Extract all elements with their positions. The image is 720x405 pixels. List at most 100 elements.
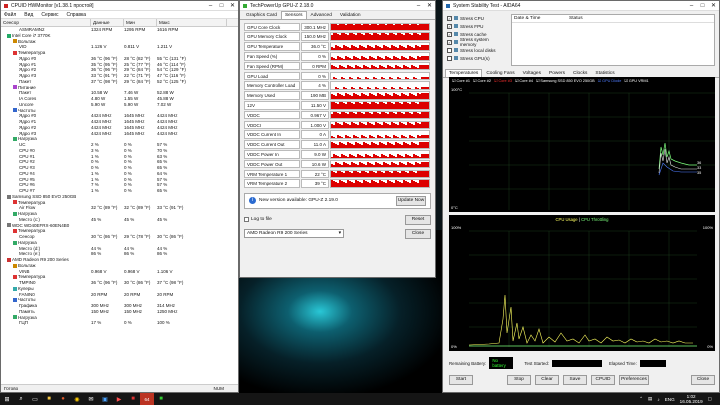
aida64-titlebar[interactable]: System Stability Test - AIDA64 – □ ✕ <box>443 1 719 11</box>
checkbox[interactable]: ✓ <box>447 39 452 45</box>
sensor-label[interactable]: Fan Speed (RPM) <box>244 61 300 71</box>
column-status[interactable]: Status <box>567 15 583 22</box>
gpuz-titlebar[interactable]: TechPowerUp GPU-Z 2.18.0 – ✕ <box>240 1 435 11</box>
task-view-icon[interactable]: ▭ <box>28 393 42 405</box>
search-icon[interactable]: ⌕ <box>14 393 28 405</box>
tab-statistics[interactable]: Statistics <box>591 69 618 77</box>
cpuid-button[interactable]: CPUID <box>591 375 615 385</box>
preferences-button[interactable]: Preferences <box>619 375 649 385</box>
sensor-value: 11.50 V <box>301 101 329 110</box>
close-aida-button[interactable]: Close <box>691 375 715 385</box>
sensor-row: VDDC Current Out 11.0 A <box>244 140 431 150</box>
update-now-button[interactable]: Update Now <box>396 195 426 206</box>
chip-icon <box>7 33 11 38</box>
close-button[interactable]: ✕ <box>708 1 719 11</box>
maximize-button[interactable]: □ <box>697 1 708 11</box>
sensor-label: Память <box>19 308 35 314</box>
network-icon[interactable]: ▤ <box>648 396 652 402</box>
notifications-icon[interactable]: ▢ <box>708 396 712 402</box>
checkbox[interactable]: ✓ <box>447 23 452 29</box>
language-indicator[interactable]: ENG <box>665 397 675 402</box>
close-button[interactable]: ✕ <box>227 1 238 11</box>
maximize-button[interactable]: □ <box>216 1 227 11</box>
tab-advanced[interactable]: Advanced <box>307 11 336 19</box>
menu-tools[interactable]: Сервис <box>41 12 58 18</box>
checkbox[interactable] <box>447 55 452 61</box>
hwmonitor-titlebar[interactable]: CPUID HWMonitor [v1.38.1 простой] – □ ✕ <box>1 1 238 11</box>
menu-view[interactable]: Вид <box>24 12 33 18</box>
minimize-button[interactable]: – <box>686 1 697 11</box>
minimize-button[interactable]: – <box>205 1 216 11</box>
hwmonitor-sensor-tree[interactable]: ASMRAMN2 1324 RPM 1295 RPM 1616 RPM Intel Co… <box>1 27 238 383</box>
column-sensor[interactable]: Сенсор <box>1 19 91 26</box>
sensor-label[interactable]: GPU Memory Clock <box>244 32 300 41</box>
sensor-label[interactable]: 12V <box>244 101 300 110</box>
tab-powers[interactable]: Powers <box>545 69 569 77</box>
sensor-label[interactable]: GPU Core Clock <box>244 22 300 32</box>
volume-icon[interactable]: ♪ <box>657 397 659 402</box>
column-max[interactable]: Макс <box>157 19 227 26</box>
gpuz-task-icon[interactable]: ■ <box>154 393 168 405</box>
menu-help[interactable]: Справка <box>66 12 86 18</box>
sensor-label[interactable]: VRM Temperature 2 <box>244 179 300 188</box>
tray-arrow-icon[interactable]: ⌃ <box>639 396 643 402</box>
stress-option[interactable]: Stress GPU(s) <box>447 54 505 62</box>
sensor-label[interactable]: Fan Speed (%) <box>244 52 300 61</box>
tab-graphics-card[interactable]: Graphics Card <box>242 11 281 19</box>
stress-option[interactable]: ✓ Stress CPU <box>447 14 505 22</box>
tab-cooling-fans[interactable]: Cooling Fans <box>482 69 518 77</box>
sensor-label[interactable]: VDDC Power In <box>244 150 300 159</box>
media-icon[interactable]: ▶ <box>112 393 126 405</box>
log-to-file-checkbox[interactable] <box>244 217 249 223</box>
sensor-label[interactable]: VDDCI <box>244 120 300 130</box>
checkbox[interactable]: ✓ <box>447 31 452 37</box>
sensor-label[interactable]: VDDC Current Out <box>244 140 300 149</box>
start-button[interactable]: Start <box>449 375 473 385</box>
close-gpuz-button[interactable]: Close <box>405 228 431 239</box>
menu-file[interactable]: Файл <box>4 12 16 18</box>
event-log-table[interactable]: Date & Time Status <box>511 14 715 66</box>
column-min[interactable]: Мин <box>124 19 157 26</box>
stress-option[interactable]: Stress local disks <box>447 46 505 54</box>
sensor-label[interactable]: VDDC Power Out <box>244 159 300 169</box>
sensor-label[interactable]: VDDC <box>244 110 300 120</box>
graph-bar <box>429 23 430 31</box>
tab-clocks[interactable]: Clocks <box>569 69 591 77</box>
card-select[interactable]: AMD Radeon R9 200 Series ▾ <box>244 229 344 239</box>
clear-button[interactable]: Clear <box>535 375 559 385</box>
start-menu-icon[interactable]: ⊞ <box>0 393 14 405</box>
tab-voltages[interactable]: Voltages <box>519 69 545 77</box>
table-row[interactable]: ГЦП 17 % 0 % 100 % <box>1 320 238 326</box>
mail-icon[interactable]: ✉ <box>84 393 98 405</box>
tab-validation[interactable]: Validation <box>336 11 365 19</box>
sensor-label[interactable]: VDDC Current In <box>244 130 300 139</box>
graph-bar <box>407 78 409 80</box>
stress-option[interactable]: ✓ Stress FPU <box>447 22 505 30</box>
column-value[interactable]: Данные <box>91 19 124 26</box>
column-date-time[interactable]: Date & Time <box>512 15 567 22</box>
tab-temperatures[interactable]: Temperatures <box>445 69 483 77</box>
sensor-graph <box>330 81 430 90</box>
reset-button[interactable]: Reset <box>405 214 431 225</box>
sensor-label[interactable]: VRM Temperature 1 <box>244 169 300 179</box>
chrome-icon[interactable]: ◉ <box>70 393 84 405</box>
checkbox[interactable]: ✓ <box>447 15 452 21</box>
sensor-label[interactable]: Memory Controller Load <box>244 81 300 90</box>
sensor-label[interactable]: Memory Used <box>244 91 300 100</box>
tab-sensors[interactable]: Sensors <box>280 11 307 19</box>
checkbox[interactable] <box>447 47 452 53</box>
aida64-task-icon[interactable]: 64 <box>140 393 154 405</box>
stop-button[interactable]: Stop <box>507 375 531 385</box>
file-explorer-icon[interactable]: ■ <box>42 393 56 405</box>
app-icon-red[interactable]: ■ <box>126 393 140 405</box>
sensor-label[interactable]: GPU Temperature <box>244 42 300 51</box>
minimize-button[interactable]: – <box>413 1 424 11</box>
close-button[interactable]: ✕ <box>424 1 435 11</box>
clock[interactable]: 1:02 16.05.2019 <box>680 394 703 404</box>
store-icon[interactable]: ▣ <box>98 393 112 405</box>
sensor-label[interactable]: GPU Load <box>244 71 300 81</box>
stress-option[interactable]: ✓ Stress system memory <box>447 37 505 47</box>
update-notice-text: New version available: GPU-Z 2.19.0 <box>259 198 338 204</box>
save-button[interactable]: Save <box>563 375 587 385</box>
browser-icon[interactable]: ● <box>56 393 70 405</box>
